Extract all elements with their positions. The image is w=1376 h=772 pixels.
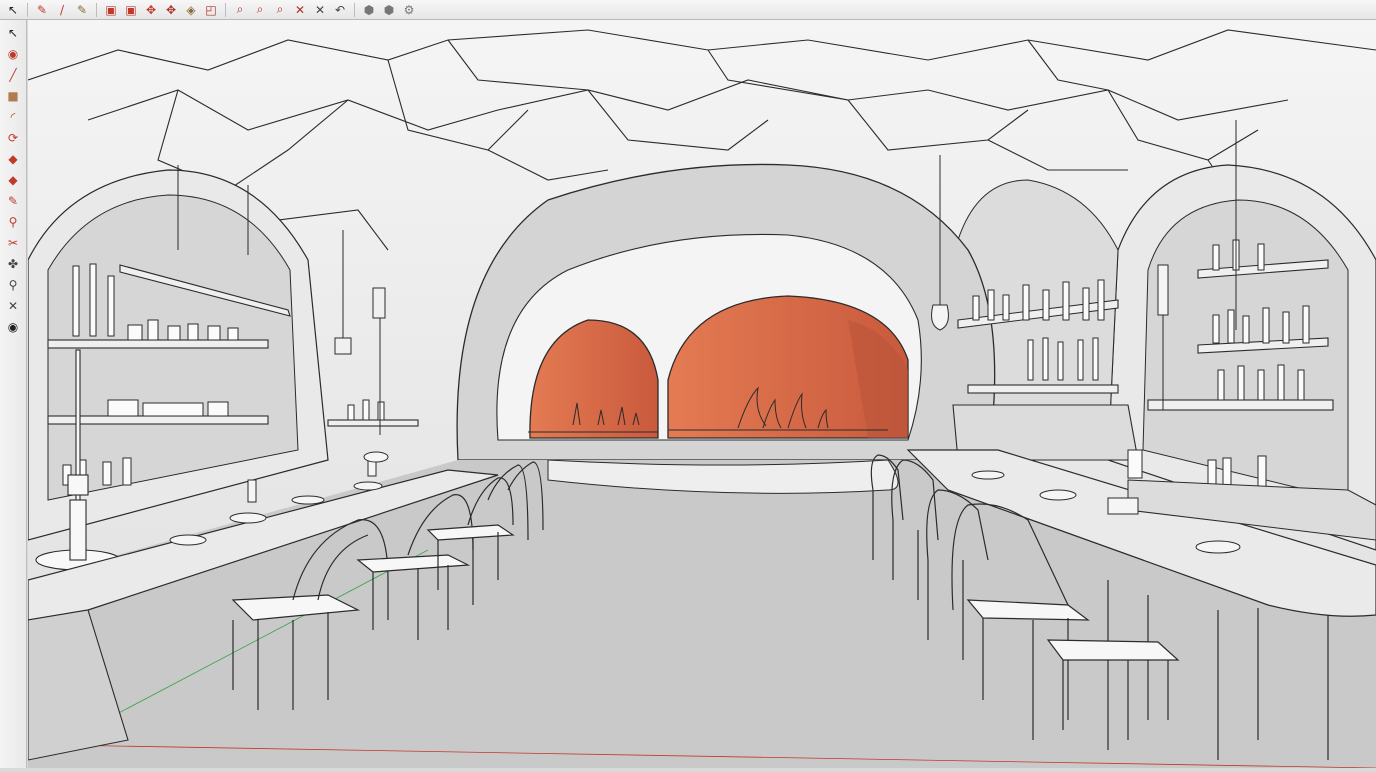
arc-tool-icon[interactable]: ◜ <box>3 108 23 126</box>
select-tool-icon[interactable]: ↖ <box>3 24 23 42</box>
paint-bucket-tool-icon[interactable]: ✎ <box>73 2 91 18</box>
toolbar-separator <box>225 2 226 17</box>
protractor-tool-icon[interactable]: ✂ <box>3 234 23 252</box>
orbit-tool-icon[interactable]: ✤ <box>3 255 23 273</box>
left-toolbar: ↖ ◉ ╱ ■ ◜ ⟳ ◆ ◆ ✎ ⚲ ✂ ✤ ⚲ ✕ ◉ <box>0 20 27 768</box>
rectangle-tool-icon[interactable]: ■ <box>3 87 23 105</box>
settings-gear-icon[interactable]: ⚙ <box>400 2 418 18</box>
line-tool-icon[interactable]: / <box>53 2 71 18</box>
rotate-tool-icon[interactable]: ◆ <box>3 171 23 189</box>
undo-tool-icon[interactable]: ↶ <box>331 2 349 18</box>
dimension-tool-icon[interactable]: ⚲ <box>3 213 23 231</box>
zoom-tool-icon[interactable]: ⌕ <box>231 2 249 18</box>
texture-tool-icon[interactable]: ⬢ <box>380 2 398 18</box>
zoom-window-tool-icon[interactable]: ⌕ <box>251 2 269 18</box>
eraser-tool-icon[interactable]: ◉ <box>3 45 23 63</box>
shade-tool-icon[interactable]: ⬢ <box>360 2 378 18</box>
push-pull-tool-icon[interactable]: ◆ <box>3 150 23 168</box>
zoom-extents-tool-icon[interactable]: ✕ <box>3 297 23 315</box>
box-tool-icon[interactable]: ▣ <box>102 2 120 18</box>
select-tool-icon[interactable]: ↖ <box>4 2 22 18</box>
toolbar-separator <box>27 2 28 17</box>
top-toolbar: ↖ ✎ / ✎ ▣ ▣ ✥ ✥ ◈ ◰ ⌕ ⌕ ⌕ ✕ ✕ ↶ ⬢ ⬢ ⚙ <box>0 0 1376 20</box>
pan-tool-icon[interactable]: ⚲ <box>3 276 23 294</box>
cave-restaurant-model <box>27 20 1376 769</box>
rotate-tool-icon[interactable]: ✥ <box>162 2 180 18</box>
pencil-tool-icon[interactable]: ✎ <box>33 2 51 18</box>
move-tool-icon[interactable]: ✥ <box>142 2 160 18</box>
offset-tool-icon[interactable]: ◰ <box>202 2 220 18</box>
push-pull-tool-icon[interactable]: ▣ <box>122 2 140 18</box>
zoom-extents-tool-icon[interactable]: ⌕ <box>271 2 289 18</box>
section-plane-tool-icon[interactable]: ✕ <box>291 2 309 18</box>
line-tool-icon[interactable]: ╱ <box>3 66 23 84</box>
follow-me-tool-icon[interactable]: ⟳ <box>3 129 23 147</box>
walk-tool-icon[interactable]: ◉ <box>3 318 23 336</box>
model-viewport[interactable] <box>27 20 1376 769</box>
toolbar-separator <box>96 2 97 17</box>
tape-measure-tool-icon[interactable]: ✎ <box>3 192 23 210</box>
toolbar-separator <box>354 2 355 17</box>
erase-tool-icon[interactable]: ✕ <box>311 2 329 18</box>
scale-tool-icon[interactable]: ◈ <box>182 2 200 18</box>
